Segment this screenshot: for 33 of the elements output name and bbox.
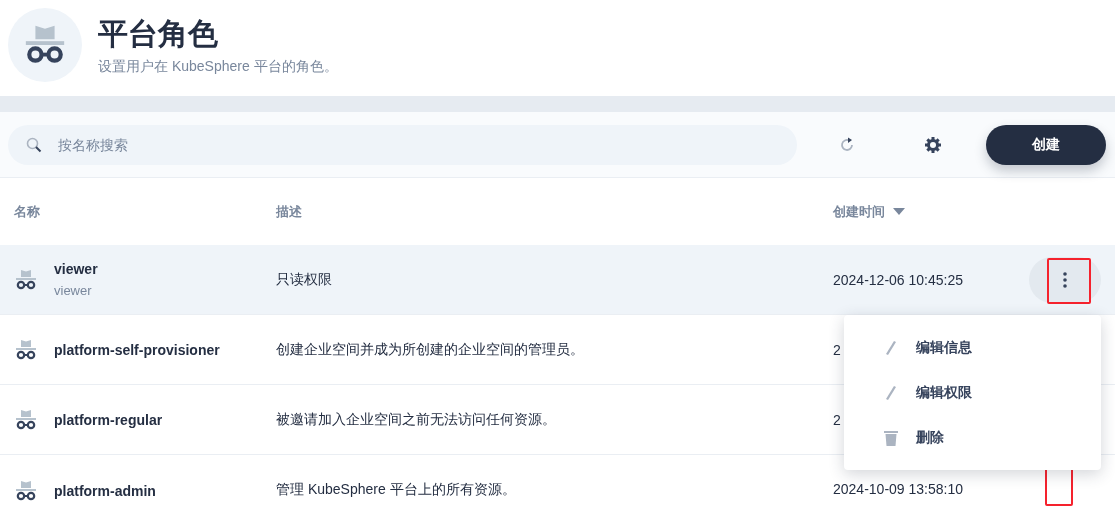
pencil-icon — [884, 339, 898, 356]
spy-icon — [14, 269, 38, 290]
created-time: 2 — [833, 341, 841, 358]
more-button[interactable] — [1029, 256, 1101, 303]
column-header: 名称 — [14, 202, 40, 221]
menu-item[interactable]: 编辑信息 — [844, 325, 1101, 370]
table-row[interactable]: viewer viewer 只读权限 2024-12-06 10:45:25 — [0, 245, 1115, 315]
search-icon — [26, 136, 42, 153]
column-header: 描述 — [276, 203, 302, 219]
created-time: 2024-10-09 13:58:10 — [833, 481, 963, 497]
role-description: 管理 KubeSphere 平台上的所有资源。 — [276, 481, 516, 497]
role-name[interactable]: platform-self-provisioner — [54, 341, 220, 358]
pencil-icon — [884, 384, 898, 401]
created-time: 2024-12-06 10:45:25 — [833, 271, 963, 288]
role-alias: viewer — [54, 283, 93, 298]
role-description: 创建企业空间并成为所创建的企业空间的管理员。 — [276, 340, 584, 357]
trash-icon — [884, 429, 898, 446]
search-field[interactable]: 按名称搜索 — [8, 124, 797, 165]
page-description: 设置用户在 KubeSphere 平台的角色。 — [98, 58, 338, 76]
role-name[interactable]: platform-regular — [54, 411, 163, 428]
role-name[interactable]: platform-admin — [54, 483, 156, 499]
role-description: 只读权限 — [276, 270, 332, 287]
create-button[interactable]: 创建 — [986, 124, 1106, 165]
more-icon — [1063, 271, 1067, 288]
column-header[interactable]: 创建时间 — [833, 202, 885, 221]
sort-caret-icon[interactable] — [893, 208, 905, 215]
created-time: 2 — [833, 411, 841, 428]
role-name[interactable]: viewer — [54, 261, 98, 277]
spy-icon — [14, 339, 38, 360]
page-title: 平台角色 — [98, 16, 219, 52]
spy-icon — [14, 481, 38, 501]
spy-icon — [14, 409, 38, 430]
role-description: 被邀请加入企业空间之前无法访问任何资源。 — [276, 410, 556, 427]
